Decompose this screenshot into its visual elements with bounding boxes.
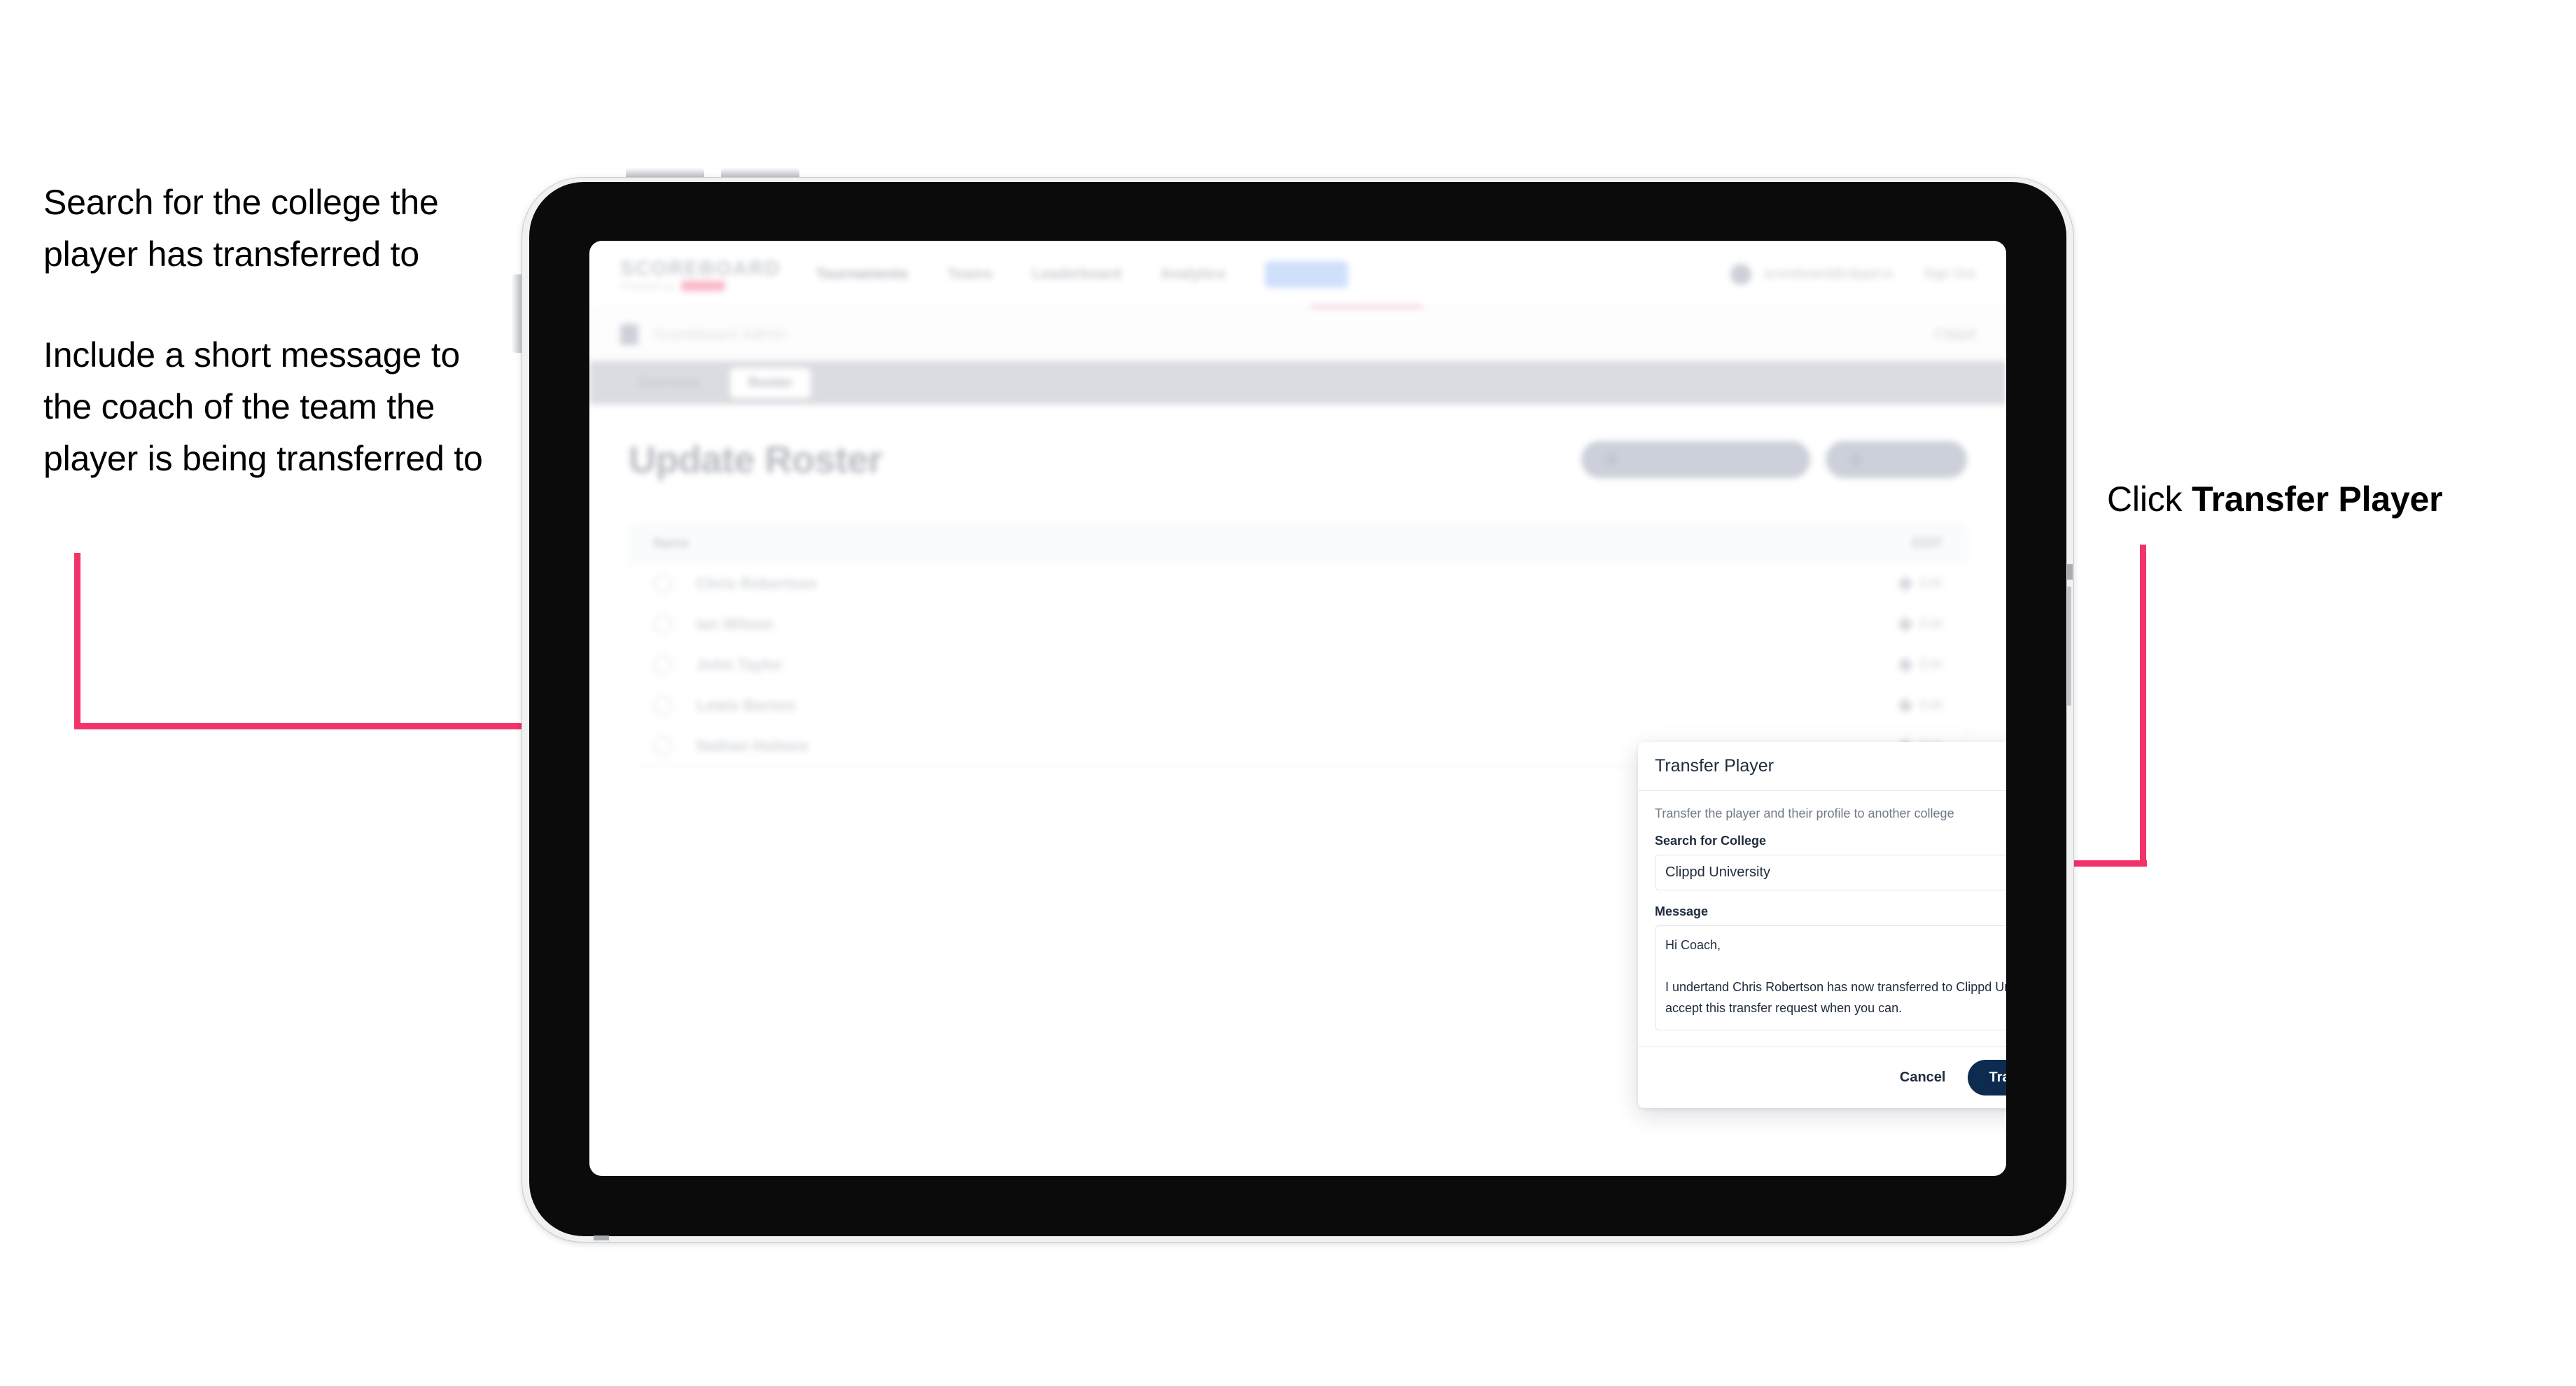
transfer-player-dialog: Transfer Player Transfer the player and … bbox=[1638, 742, 2006, 1108]
player-name: Nathan Holmes bbox=[696, 736, 809, 755]
edit-link[interactable]: Edit bbox=[1897, 657, 1942, 673]
device-bezel: SCOREBOARD Powered by Clippd Tournaments… bbox=[529, 182, 2066, 1236]
subheader-title-light: Admin bbox=[741, 325, 788, 343]
search-college-input[interactable] bbox=[1655, 855, 2006, 890]
accessory-connector bbox=[2067, 587, 2071, 706]
message-field-label: Message bbox=[1655, 904, 1709, 918]
edit-link[interactable]: Edit bbox=[1897, 616, 1942, 632]
nav-link-leaderboard[interactable]: Leaderboard bbox=[1032, 266, 1121, 283]
annotation-click-transfer-player: Click Transfer Player bbox=[2107, 473, 2541, 525]
nav-links: Tournaments Teams Leaderboard Analytics … bbox=[816, 260, 1348, 288]
field-spacer bbox=[1655, 890, 2006, 904]
pencil-icon bbox=[1897, 616, 1914, 632]
roster-table: Name EDIT Chris Robertson Edit Ian Wilso… bbox=[629, 524, 1967, 767]
cancel-button[interactable]: Cancel bbox=[1896, 1064, 1950, 1091]
college-field-label: Search for College bbox=[1655, 834, 1767, 848]
nav-right-cluster: scoreboard@clippd.io Sign Out bbox=[1730, 263, 1975, 285]
pencil-icon bbox=[1897, 575, 1914, 592]
tab-roster[interactable]: Roster bbox=[729, 368, 811, 398]
column-header-edit: EDIT bbox=[1912, 536, 1942, 551]
player-name: John Taylor bbox=[696, 655, 783, 673]
plus-icon bbox=[1849, 453, 1862, 466]
device-screen: SCOREBOARD Powered by Clippd Tournaments… bbox=[589, 241, 2006, 1176]
nav-link-analytics[interactable]: Analytics bbox=[1161, 266, 1226, 283]
nav-chip-roster[interactable]: Roster bbox=[1265, 260, 1348, 288]
logo-subtext: Powered by Clippd bbox=[620, 280, 757, 291]
screenshot-canvas: Search for the college the player has tr… bbox=[0, 0, 2576, 1386]
table-row[interactable]: John Taylor Edit bbox=[629, 645, 1966, 685]
row-checkbox[interactable] bbox=[653, 654, 673, 675]
power-button[interactable] bbox=[512, 274, 523, 353]
table-row[interactable]: Lewis Barnes Edit bbox=[629, 685, 1966, 726]
annotation-right-emphasis: Transfer Player bbox=[2192, 479, 2443, 519]
nav-link-tournaments[interactable]: Tournaments bbox=[816, 266, 908, 283]
player-name: Ian Wilson bbox=[696, 615, 774, 633]
table-row[interactable]: Chris Robertson Edit bbox=[629, 564, 1966, 604]
app-subheader: Scoreboard Admin Clippd bbox=[589, 308, 2006, 361]
add-player-label: Add Player bbox=[1870, 451, 1943, 467]
tab-overview[interactable]: Overview bbox=[620, 368, 719, 398]
column-header-name: Name bbox=[653, 536, 690, 551]
antenna-band-bottom bbox=[594, 1236, 609, 1240]
annotation-right-prefix: Click bbox=[2107, 479, 2192, 519]
add-player-button[interactable]: Add Player bbox=[1825, 441, 1967, 478]
edit-label: Edit bbox=[1919, 697, 1942, 713]
dialog-description: Transfer the player and their profile to… bbox=[1655, 806, 1954, 820]
dialog-header: Transfer Player bbox=[1638, 742, 2006, 791]
transfer-icon bbox=[1604, 453, 1618, 466]
edit-label: Edit bbox=[1919, 616, 1942, 631]
subheader-title-main: Scoreboard bbox=[654, 325, 737, 343]
edit-label: Edit bbox=[1919, 575, 1942, 591]
row-checkbox[interactable] bbox=[653, 695, 673, 715]
edit-label: Edit bbox=[1919, 657, 1942, 672]
subheader-right: Clippd bbox=[1933, 326, 1975, 342]
logo-powered-by: Powered by bbox=[620, 280, 676, 291]
app-tab-bar: Overview Roster bbox=[589, 361, 2006, 405]
dialog-footer: Cancel Transfer Player bbox=[1638, 1046, 2006, 1108]
connector-line-right-vertical bbox=[2140, 545, 2146, 867]
pencil-icon bbox=[1897, 697, 1914, 713]
table-row[interactable]: Ian Wilson Edit bbox=[629, 604, 1966, 645]
logo-badge: Clippd bbox=[680, 280, 725, 291]
dialog-body: Transfer the player and their profile to… bbox=[1638, 791, 2006, 1046]
nav-user-email: scoreboard@clippd.io bbox=[1764, 266, 1893, 281]
pencil-icon bbox=[1897, 657, 1914, 673]
player-name: Lewis Barnes bbox=[696, 696, 796, 714]
connector-line-left-vertical bbox=[74, 553, 80, 729]
request-player-transfer-button[interactable]: Request Player Transfer bbox=[1581, 441, 1810, 478]
antenna-band-right bbox=[2067, 564, 2073, 580]
annotation-include-message: Include a short message to the coach of … bbox=[43, 335, 483, 478]
row-checkbox[interactable] bbox=[653, 573, 673, 594]
sign-out-link[interactable]: Sign Out bbox=[1924, 267, 1975, 282]
subheader-title: Scoreboard Admin bbox=[654, 325, 788, 344]
message-textarea[interactable] bbox=[1655, 925, 2006, 1030]
row-checkbox[interactable] bbox=[653, 736, 673, 756]
annotation-search-college: Search for the college the player has tr… bbox=[43, 183, 439, 274]
row-checkbox[interactable] bbox=[653, 614, 673, 634]
app-logo[interactable]: SCOREBOARD Powered by Clippd bbox=[620, 257, 781, 291]
clipboard-icon bbox=[620, 323, 638, 345]
tablet-device: SCOREBOARD Powered by Clippd Tournaments… bbox=[522, 178, 2073, 1242]
player-name: Chris Robertson bbox=[696, 574, 818, 592]
avatar[interactable] bbox=[1730, 263, 1751, 285]
table-header-row: Name EDIT bbox=[629, 524, 1966, 564]
nav-link-teams[interactable]: Teams bbox=[947, 266, 993, 283]
page-action-buttons: Request Player Transfer Add Player bbox=[1581, 441, 1967, 478]
logo-text: SCOREBOARD bbox=[620, 257, 781, 280]
edit-link[interactable]: Edit bbox=[1897, 575, 1942, 592]
app-navbar: SCOREBOARD Powered by Clippd Tournaments… bbox=[589, 241, 2006, 308]
dialog-title: Transfer Player bbox=[1655, 756, 1774, 776]
edit-link[interactable]: Edit bbox=[1897, 697, 1942, 713]
transfer-player-button[interactable]: Transfer Player bbox=[1968, 1060, 2006, 1096]
request-transfer-label: Request Player Transfer bbox=[1625, 451, 1786, 467]
